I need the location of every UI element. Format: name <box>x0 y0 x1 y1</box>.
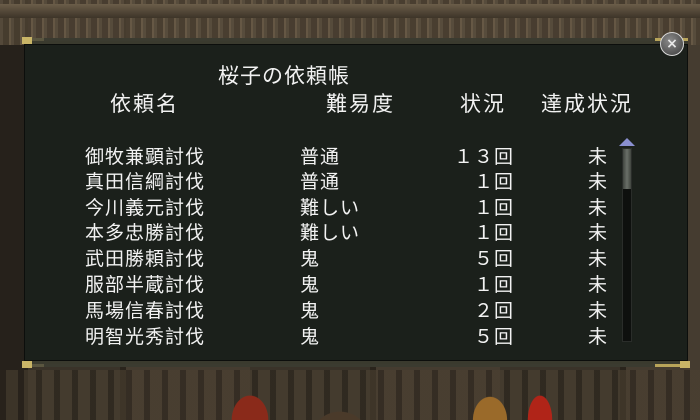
request-status: 未 <box>588 171 609 193</box>
corner-ornament <box>680 361 690 368</box>
background-beam <box>0 4 700 18</box>
table-row[interactable]: 今川義元討伐 難しい １回 未 <box>0 193 700 219</box>
request-count: ２回 <box>473 300 514 322</box>
table-row[interactable]: 服部半蔵討伐 鬼 １回 未 <box>0 270 700 296</box>
table-row[interactable]: 武田勝頼討伐 鬼 ５回 未 <box>0 244 700 270</box>
request-count: １回 <box>473 222 514 244</box>
request-status: 未 <box>588 197 609 219</box>
close-icon: × <box>666 36 678 52</box>
header-count: 状況 <box>460 92 506 116</box>
request-difficulty: 普通 <box>300 146 341 168</box>
header-difficulty: 難易度 <box>326 92 395 116</box>
triangle-up-icon[interactable] <box>619 138 635 146</box>
background-figures <box>220 360 600 420</box>
request-name: 本多忠勝討伐 <box>85 222 206 244</box>
request-name: 今川義元討伐 <box>85 197 206 219</box>
request-count: ５回 <box>473 248 514 270</box>
request-count: １回 <box>473 171 514 193</box>
request-difficulty: 鬼 <box>300 300 321 322</box>
request-difficulty: 普通 <box>300 171 341 193</box>
request-count: １回 <box>473 274 514 296</box>
header-status: 達成状況 <box>541 92 633 116</box>
request-name: 馬場信春討伐 <box>85 300 206 322</box>
corner-ornament <box>22 361 32 368</box>
panel-top-border <box>24 38 688 41</box>
request-difficulty: 難しい <box>300 197 361 219</box>
header-request-name: 依頼名 <box>110 92 179 116</box>
corner-ornament <box>22 37 32 44</box>
request-status: 未 <box>588 222 609 244</box>
request-difficulty: 難しい <box>300 222 361 244</box>
request-count: ５回 <box>473 326 514 348</box>
table-row[interactable]: 御牧兼顕討伐 普通 １３回 未 <box>0 142 700 168</box>
panel-bottom-border <box>24 364 688 367</box>
request-difficulty: 鬼 <box>300 248 321 270</box>
request-name: 真田信綱討伐 <box>85 171 206 193</box>
request-status: 未 <box>588 300 609 322</box>
request-difficulty: 鬼 <box>300 274 321 296</box>
dialog-title: 桜子の依頼帳 <box>218 64 350 88</box>
table-row[interactable]: 馬場信春討伐 鬼 ２回 未 <box>0 296 700 322</box>
table-row[interactable]: 真田信綱討伐 普通 １回 未 <box>0 167 700 193</box>
request-name: 御牧兼顕討伐 <box>85 146 206 168</box>
request-name: 武田勝頼討伐 <box>85 248 206 270</box>
request-count: １３回 <box>453 146 514 168</box>
close-button[interactable]: × <box>660 32 684 56</box>
request-status: 未 <box>588 326 609 348</box>
request-name: 明智光秀討伐 <box>85 326 206 348</box>
request-name: 服部半蔵討伐 <box>85 274 206 296</box>
request-count: １回 <box>473 197 514 219</box>
request-status: 未 <box>588 146 609 168</box>
table-row[interactable]: 本多忠勝討伐 難しい １回 未 <box>0 218 700 244</box>
table-row[interactable]: 明智光秀討伐 鬼 ５回 未 <box>0 322 700 348</box>
request-status: 未 <box>588 248 609 270</box>
scrollbar[interactable] <box>622 148 632 342</box>
request-difficulty: 鬼 <box>300 326 321 348</box>
scrollbar-thumb[interactable] <box>623 149 631 189</box>
request-status: 未 <box>588 274 609 296</box>
